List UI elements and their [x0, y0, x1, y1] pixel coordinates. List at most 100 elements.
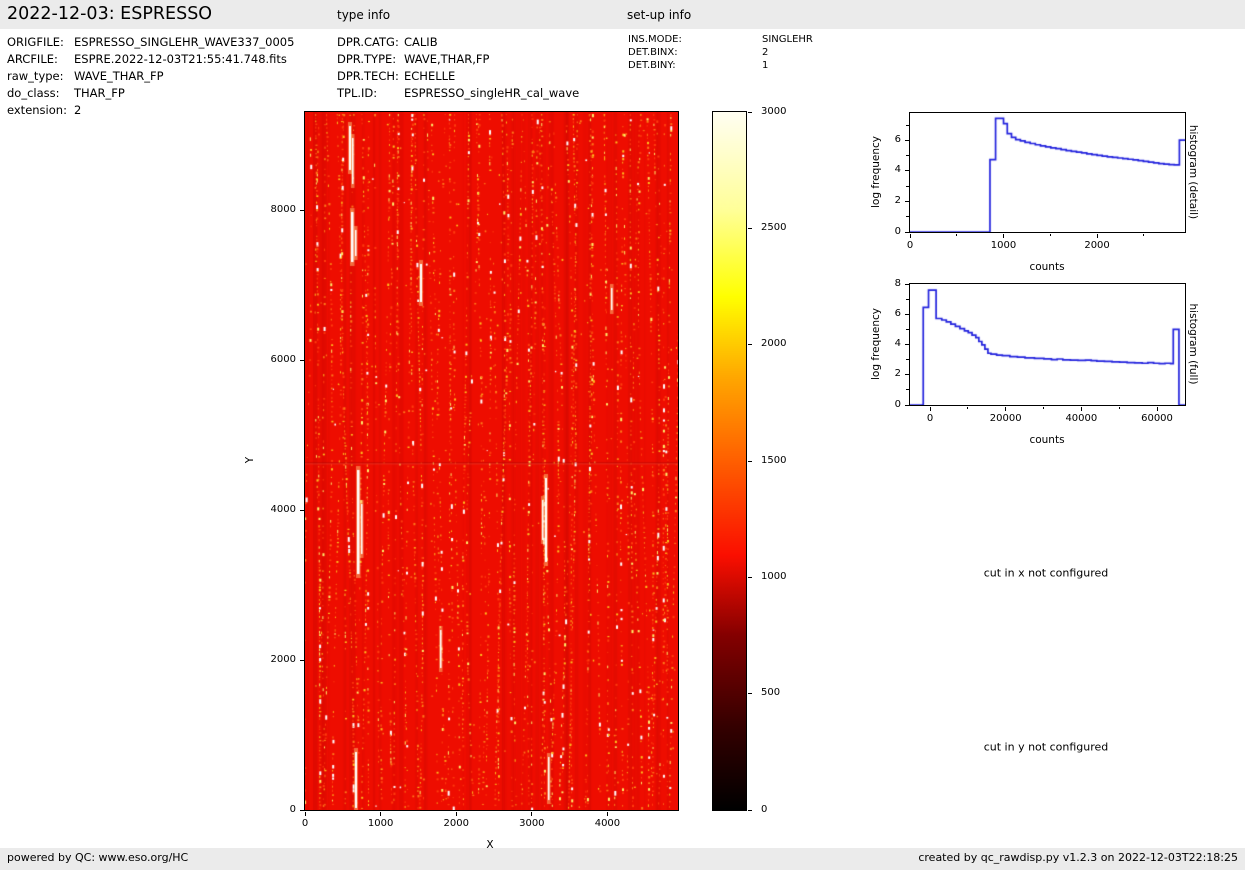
dpr-type-value: WAVE,THAR,FP — [404, 52, 489, 66]
y-tick — [905, 140, 909, 141]
type-info-block: DPR.CATG:CALIB DPR.TYPE:WAVE,THAR,FP DPR… — [337, 34, 579, 102]
file-info-block: ORIGFILE:ESPRESSO_SINGLEHR_WAVE337_0005 … — [7, 34, 294, 119]
x-tick — [1157, 407, 1158, 411]
ins-mode-value: SINGLEHR — [762, 34, 813, 45]
x-tick-label: 2000 — [426, 818, 486, 829]
x-tick-label: 4000 — [577, 818, 637, 829]
colorbar-tick — [748, 810, 752, 811]
tpl-id-value: ESPRESSO_singleHR_cal_wave — [404, 86, 579, 100]
y-tick — [905, 344, 909, 345]
colorbar-tick — [748, 577, 752, 578]
y-tick-label: 2 — [861, 368, 901, 379]
cut-x-note: cut in x not configured — [984, 567, 1109, 580]
y-tick-label: 8 — [861, 278, 901, 289]
x-tick — [930, 407, 931, 411]
footer-powered-by: powered by QC: www.eso.org/HC — [7, 851, 188, 864]
colorbar-tick — [748, 344, 752, 345]
x-tick-label: 20000 — [976, 413, 1036, 424]
y-tick-label: 4 — [861, 338, 901, 349]
det-binx-label: DET.BINX: — [628, 46, 762, 59]
dpr-tech-value: ECHELLE — [404, 69, 455, 83]
do-class-value: THAR_FP — [74, 86, 125, 100]
y-tick-label: 2000 — [256, 654, 296, 665]
x-minor-tick — [1050, 234, 1051, 237]
raw-image-canvas — [305, 112, 678, 810]
y-tick — [300, 660, 304, 661]
x-tick-label: 0 — [275, 818, 335, 829]
footer-created-by: created by qc_rawdisp.py v1.2.3 on 2022-… — [918, 851, 1238, 864]
x-tick-label: 2000 — [1067, 240, 1127, 251]
x-tick-label: 60000 — [1127, 413, 1187, 424]
arcfile-value: ESPRE.2022-12-03T21:55:41.748.fits — [74, 52, 287, 66]
histogram-detail-axes — [909, 112, 1186, 233]
colorbar-tick-label: 1000 — [761, 571, 786, 582]
y-minor-tick — [906, 359, 909, 360]
histogram-full-canvas — [910, 284, 1185, 405]
type-info-row: DPR.TYPE:WAVE,THAR,FP — [337, 51, 579, 68]
x-tick-label: 1000 — [974, 240, 1034, 251]
y-tick — [905, 374, 909, 375]
y-tick-label: 4000 — [256, 504, 296, 515]
y-tick — [905, 201, 909, 202]
colorbar-tick-label: 1500 — [761, 455, 786, 466]
y-tick-label: 6 — [861, 308, 901, 319]
y-tick — [905, 232, 909, 233]
colorbar-tick — [748, 693, 752, 694]
x-tick-label: 40000 — [1051, 413, 1111, 424]
x-tick — [305, 812, 306, 816]
x-minor-tick — [1119, 407, 1120, 410]
x-tick — [1005, 407, 1006, 411]
colorbar-tick-label: 2000 — [761, 338, 786, 349]
y-tick-label: 6000 — [256, 354, 296, 365]
y-tick — [300, 210, 304, 211]
y-tick — [905, 284, 909, 285]
type-info-heading: type info — [337, 8, 390, 22]
y-minor-tick — [906, 216, 909, 217]
file-info-row: extension:2 — [7, 102, 294, 119]
setup-info-block: INS.MODE:SINGLEHR DET.BINX:2 DET.BINY:1 — [628, 33, 813, 72]
colorbar-tick — [748, 461, 752, 462]
y-tick-label: 0 — [861, 226, 901, 237]
raw-type-value: WAVE_THAR_FP — [74, 69, 164, 83]
setup-info-row: INS.MODE:SINGLEHR — [628, 33, 813, 46]
x-tick — [910, 234, 911, 238]
colorbar-tick-label: 3000 — [761, 106, 786, 117]
raw-image-axes — [304, 111, 679, 811]
x-minor-tick — [1143, 234, 1144, 237]
hist-detail-x-axis-label: counts — [1029, 261, 1064, 273]
y-tick-label: 4 — [861, 164, 901, 175]
type-info-row: TPL.ID:ESPRESSO_singleHR_cal_wave — [337, 85, 579, 102]
type-info-row: DPR.TECH:ECHELLE — [337, 68, 579, 85]
file-info-row: ARCFILE:ESPRE.2022-12-03T21:55:41.748.fi… — [7, 51, 294, 68]
setup-info-heading: set-up info — [627, 8, 691, 22]
y-minor-tick — [906, 155, 909, 156]
colorbar-tick-label: 2500 — [761, 222, 786, 233]
colorbar-canvas — [713, 112, 746, 810]
file-info-row: do_class:THAR_FP — [7, 85, 294, 102]
do-class-label: do_class: — [7, 85, 74, 102]
file-info-row: raw_type:WAVE_THAR_FP — [7, 68, 294, 85]
x-tick — [607, 812, 608, 816]
x-tick — [380, 812, 381, 816]
colorbar-tick-label: 0 — [761, 804, 767, 815]
y-tick — [300, 510, 304, 511]
y-minor-tick — [906, 329, 909, 330]
x-minor-tick — [967, 407, 968, 410]
dpr-tech-label: DPR.TECH: — [337, 68, 404, 85]
y-tick — [905, 170, 909, 171]
histogram-full-axes — [909, 283, 1186, 406]
ins-mode-label: INS.MODE: — [628, 33, 762, 46]
det-binx-value: 2 — [762, 47, 768, 58]
y-tick — [905, 405, 909, 406]
y-tick — [300, 810, 304, 811]
y-tick-label: 2 — [861, 195, 901, 206]
y-minor-tick — [906, 125, 909, 126]
extension-value: 2 — [74, 103, 81, 117]
y-tick-label: 0 — [256, 804, 296, 815]
arcfile-label: ARCFILE: — [7, 51, 74, 68]
x-tick-label: 1000 — [351, 818, 411, 829]
setup-info-row: DET.BINX:2 — [628, 46, 813, 59]
origfile-label: ORIGFILE: — [7, 34, 74, 51]
colorbar-tick — [748, 228, 752, 229]
dpr-type-label: DPR.TYPE: — [337, 51, 404, 68]
